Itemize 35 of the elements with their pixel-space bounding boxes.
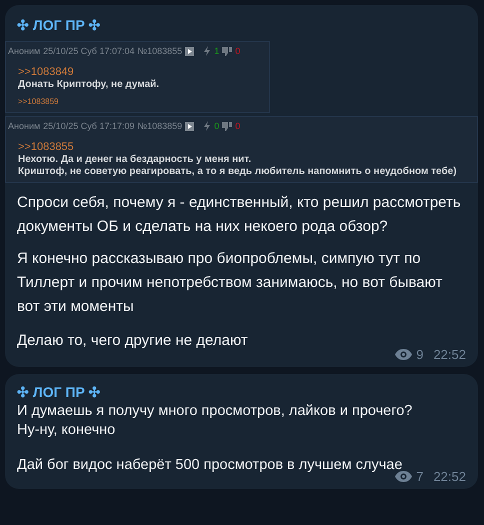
post-date: 25/10/25 Суб 17:17:09	[43, 121, 134, 131]
lightning-icon[interactable]	[203, 46, 212, 56]
post-text: Нехотю. Да и денег на бездарность у меня нит.	[18, 154, 252, 165]
play-icon[interactable]	[185, 46, 194, 56]
post-author: Аноним	[8, 121, 40, 131]
like-count: 1	[214, 46, 220, 56]
message-text: Делаю то, чего другие не делают	[17, 331, 249, 351]
thumbs-down-icon[interactable]	[222, 121, 232, 131]
message-text: И думаешь я получу много просмотров, лайков и прочего? Ну-ну, конечно	[17, 402, 414, 440]
post-number[interactable]: №1083855	[138, 46, 182, 56]
thumbs-down-icon[interactable]	[222, 46, 232, 56]
message-time: 22:52	[433, 347, 466, 362]
reply-link[interactable]: >>1083855	[18, 141, 74, 153]
lightning-icon[interactable]	[203, 121, 212, 131]
message-text: Дай бог видос наберёт 500 просмотров в лучшем случае	[17, 456, 404, 475]
like-count: 0	[214, 121, 220, 131]
message-text: Спроси себя, почему я - единственный, кто решил рассмотреть документы ОБ и сделать на них некоего рода обзор?	[17, 193, 462, 237]
post-number[interactable]: №1083859	[138, 121, 182, 131]
sender-name[interactable]: ✣ ЛОГ ПР ✣	[17, 17, 101, 33]
play-icon[interactable]	[185, 122, 194, 130]
post-text: Донать Криптофу, не думай.	[18, 79, 160, 90]
reply-link[interactable]: >>1083849	[18, 66, 74, 78]
message-time: 22:52	[433, 469, 466, 484]
backlink[interactable]: >>1083859	[18, 97, 58, 106]
message-text: Я конечно рассказываю про биопроблемы, симпую тут по Тиллерт и прочим непотребством занимаюсь, но вот бывают вот эти моменты	[17, 249, 444, 317]
eye-icon	[395, 349, 412, 360]
view-count: 7	[416, 469, 424, 484]
view-count: 9	[416, 347, 424, 362]
post-text: Криштоф, не советую реагировать, а то я ведь любитель напомнить о неудобном тебе)	[18, 166, 457, 177]
dislike-count: 0	[235, 46, 240, 56]
eye-icon	[395, 471, 412, 482]
post-date: 25/10/25 Суб 17:07:04	[43, 46, 134, 56]
sender-name[interactable]: ✣ ЛОГ ПР ✣	[17, 384, 101, 400]
dislike-count: 0	[235, 121, 240, 131]
post-author: Аноним	[8, 46, 40, 56]
